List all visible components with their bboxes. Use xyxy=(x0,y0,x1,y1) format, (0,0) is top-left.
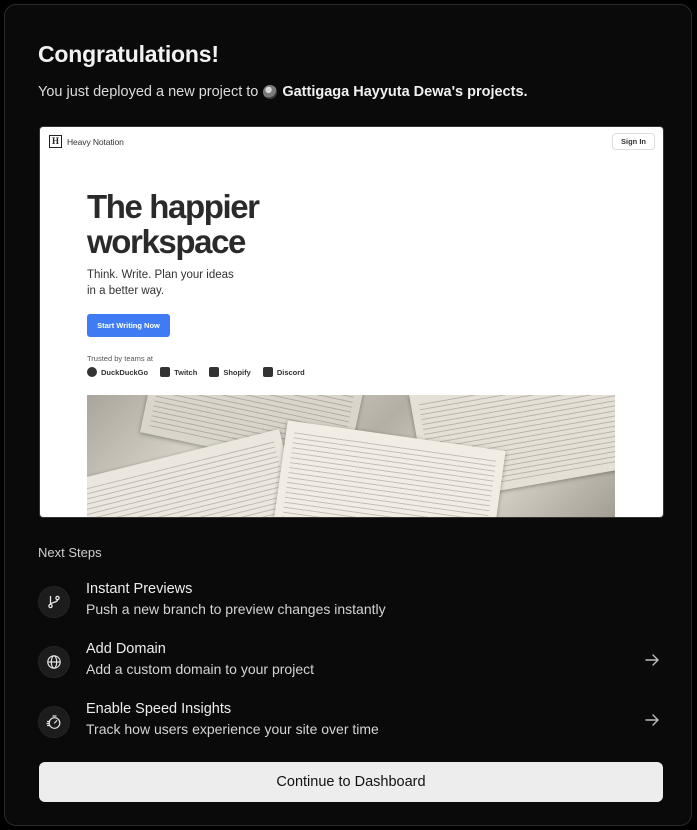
globe-icon xyxy=(38,646,70,678)
deployment-preview[interactable]: H Heavy Notation Sign In The happier wor… xyxy=(39,126,664,518)
speed-insights-icon xyxy=(38,706,70,738)
partner-discord: Discord xyxy=(262,367,305,377)
partner-duckduckgo: DuckDuckGo xyxy=(87,367,148,377)
continue-to-dashboard-button[interactable]: Continue to Dashboard xyxy=(39,762,663,802)
description-line-2: in a better way. xyxy=(87,285,165,297)
deployment-success-modal: Congratulations! You just deployed a new… xyxy=(4,4,692,826)
arrow-right-icon[interactable] xyxy=(643,711,661,729)
brand-logo-icon: H xyxy=(49,135,62,148)
step-description: Track how users experience your site ove… xyxy=(86,721,379,737)
page-title: Congratulations! xyxy=(38,41,219,67)
twitch-icon xyxy=(160,367,171,377)
partner-label: DuckDuckGo xyxy=(101,367,149,377)
step-add-domain[interactable]: Add Domain Add a custom domain to your p… xyxy=(38,641,663,685)
partner-label: Discord xyxy=(276,367,305,377)
arrow-right-icon[interactable] xyxy=(643,651,661,669)
git-branch-icon xyxy=(38,586,70,618)
partner-label: Twitch xyxy=(174,367,198,377)
step-description: Push a new branch to preview changes ins… xyxy=(86,601,386,617)
project-owner: Gattigaga Hayyuta Dewa's projects. xyxy=(282,84,528,100)
next-steps-heading: Next Steps xyxy=(38,545,102,560)
preview-description: Think. Write. Plan your ideas in a bette… xyxy=(87,267,257,299)
duckduckgo-icon xyxy=(87,367,97,377)
partner-shopify: Shopify xyxy=(209,367,251,377)
partner-label: Shopify xyxy=(223,367,251,377)
deployment-subtitle: You just deployed a new project to Gatti… xyxy=(38,84,528,100)
hero-line-2: workspace xyxy=(87,223,246,260)
step-description: Add a custom domain to your project xyxy=(86,661,315,677)
subtitle-prefix: You just deployed a new project to xyxy=(38,84,259,100)
step-title: Add Domain xyxy=(86,641,166,657)
shopify-icon xyxy=(209,367,220,377)
preview-trusted-label: Trusted by teams at xyxy=(87,354,153,363)
preview-partner-logos: DuckDuckGo Twitch Shopify Discord xyxy=(87,367,305,377)
preview-hero-image xyxy=(87,395,615,517)
step-title: Instant Previews xyxy=(86,581,193,597)
step-title: Enable Speed Insights xyxy=(86,701,232,717)
description-line-1: Think. Write. Plan your ideas xyxy=(87,269,234,281)
preview-cta-button: Start Writing Now xyxy=(87,314,170,337)
preview-header: H Heavy Notation Sign In xyxy=(40,127,663,157)
hero-line-1: The happier xyxy=(87,188,260,225)
discord-icon xyxy=(262,367,273,377)
step-instant-previews: Instant Previews Push a new branch to pr… xyxy=(38,581,663,625)
preview-brand-name: Heavy Notation xyxy=(67,137,124,147)
avatar xyxy=(263,85,278,99)
preview-sign-in-button: Sign In xyxy=(612,133,655,150)
step-enable-speed-insights[interactable]: Enable Speed Insights Track how users ex… xyxy=(38,701,663,745)
preview-hero-heading: The happier workspace xyxy=(87,188,260,260)
partner-twitch: Twitch xyxy=(160,367,197,377)
